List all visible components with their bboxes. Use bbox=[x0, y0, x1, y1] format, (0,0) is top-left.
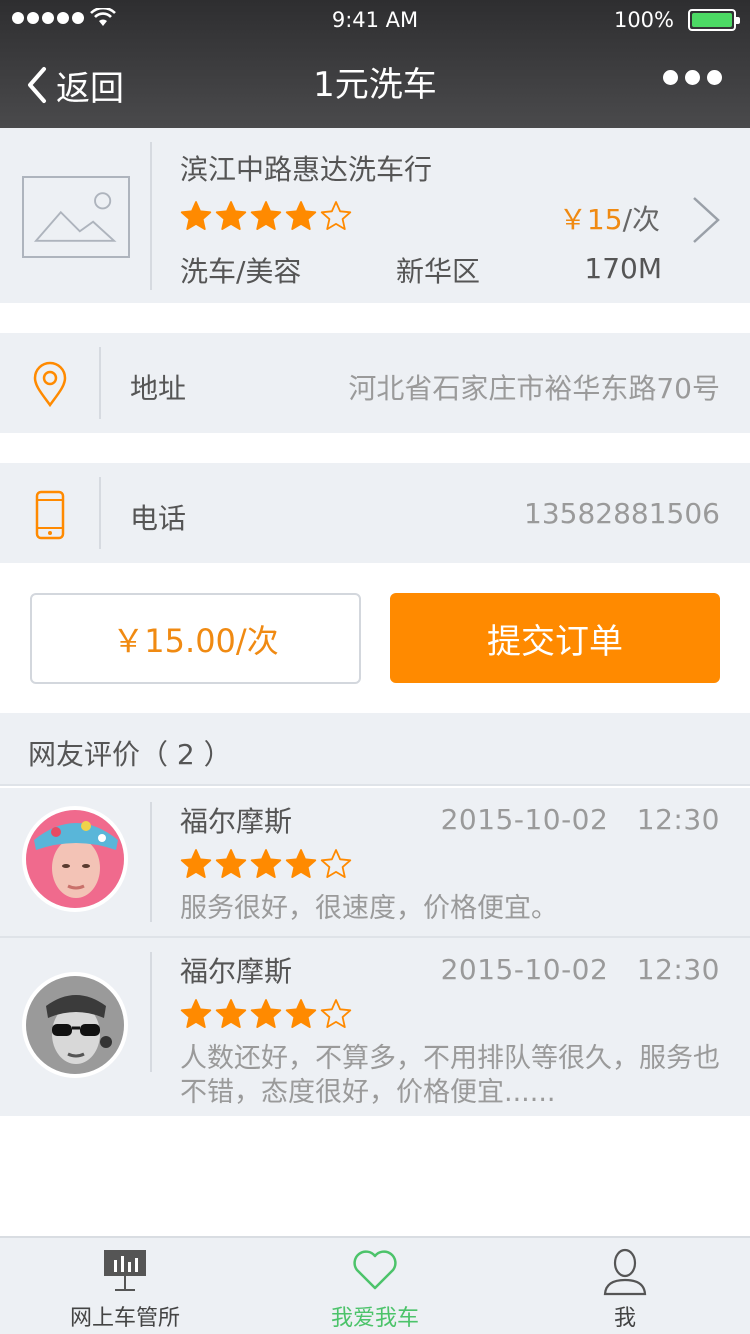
tab-label: 网上车管所 bbox=[69, 1306, 180, 1331]
more-dots-icon bbox=[663, 70, 678, 85]
avatar bbox=[22, 972, 128, 1078]
star-filled-icon bbox=[250, 849, 282, 878]
reviewer-name: 福尔摩斯 bbox=[180, 805, 293, 838]
image-placeholder-icon bbox=[22, 176, 130, 258]
divider bbox=[99, 477, 101, 549]
shop-rating bbox=[180, 200, 352, 232]
shop-price: ￥15/次 bbox=[559, 198, 660, 238]
shop-price-amount: ￥15 bbox=[558, 203, 623, 236]
star-filled-icon bbox=[285, 201, 317, 230]
star-outline-icon bbox=[320, 849, 352, 878]
location-pin-icon bbox=[33, 361, 67, 408]
chevron-left-icon bbox=[28, 67, 46, 103]
chevron-right-icon bbox=[693, 197, 720, 243]
star-filled-icon bbox=[215, 999, 247, 1028]
star-filled-icon bbox=[250, 999, 282, 1028]
review-item: 福尔摩斯 2015-10-02 12:30 人数还好，不算多，不用排队等很久，服… bbox=[0, 936, 750, 1116]
review-text: 人数还好，不算多，不用排队等很久，服务也不错，态度很好，价格便宜...... bbox=[180, 1043, 720, 1108]
header: 9:41 AM 100% 返回 1元洗车 bbox=[0, 0, 750, 128]
review-text: 服务很好，很速度，价格便宜。 bbox=[180, 893, 558, 924]
address-row[interactable]: 地址 河北省石家庄市裕华东路70号 bbox=[0, 333, 750, 433]
phone-icon bbox=[35, 490, 65, 540]
submit-order-button[interactable]: 提交订单 bbox=[390, 593, 720, 683]
star-filled-icon bbox=[180, 201, 212, 230]
phone-label: 电话 bbox=[130, 502, 187, 535]
review-rating bbox=[180, 848, 352, 880]
avatar bbox=[22, 806, 128, 912]
phone-value: 13582881506 bbox=[524, 497, 720, 530]
tab-me[interactable]: 我 bbox=[500, 1238, 750, 1334]
star-filled-icon bbox=[285, 849, 317, 878]
star-outline-icon bbox=[320, 999, 352, 1028]
shop-category: 洗车/美容 bbox=[180, 255, 302, 288]
divider bbox=[150, 142, 152, 290]
shop-distance: 170M bbox=[584, 252, 662, 285]
reviews-header: 网友评价（ 2 ） bbox=[0, 713, 750, 786]
tab-label: 我 bbox=[613, 1306, 636, 1331]
order-price: ￥15.00/次 bbox=[30, 593, 361, 684]
divider bbox=[99, 347, 101, 419]
divider bbox=[150, 952, 152, 1072]
more-button[interactable] bbox=[663, 70, 722, 85]
tab-love-my-car[interactable]: 我爱我车 bbox=[250, 1238, 500, 1334]
star-filled-icon bbox=[285, 999, 317, 1028]
reviewer-name: 福尔摩斯 bbox=[180, 955, 293, 988]
star-filled-icon bbox=[180, 999, 212, 1028]
star-filled-icon bbox=[215, 201, 247, 230]
shop-price-unit: /次 bbox=[622, 203, 660, 236]
address-label: 地址 bbox=[130, 372, 187, 405]
shop-name: 滨江中路惠达洗车行 bbox=[180, 153, 433, 186]
battery-percentage: 100% bbox=[613, 8, 674, 32]
avatar-image bbox=[26, 810, 124, 908]
shop-card[interactable]: 滨江中路惠达洗车行 ￥15/次 洗车/美容 新华区 170M bbox=[0, 128, 750, 303]
user-icon bbox=[603, 1248, 647, 1296]
star-outline-icon bbox=[320, 201, 352, 230]
star-filled-icon bbox=[250, 201, 282, 230]
divider bbox=[150, 802, 152, 922]
star-filled-icon bbox=[215, 849, 247, 878]
battery-icon bbox=[688, 9, 740, 31]
review-date: 2015-10-02 12:30 bbox=[440, 953, 720, 986]
star-filled-icon bbox=[180, 849, 212, 878]
address-value: 河北省石家庄市裕华东路70号 bbox=[348, 372, 720, 405]
status-bar: 9:41 AM 100% bbox=[0, 0, 750, 40]
review-item: 福尔摩斯 2015-10-02 12:30 服务很好，很速度，价格便宜。 bbox=[0, 788, 750, 938]
tab-bar: 网上车管所 我爱我车 我 bbox=[0, 1236, 750, 1334]
review-rating bbox=[180, 998, 352, 1030]
shop-district: 新华区 bbox=[396, 255, 481, 288]
back-button[interactable]: 返回 bbox=[26, 60, 124, 110]
presentation-board-icon bbox=[104, 1250, 146, 1291]
back-button-label: 返回 bbox=[56, 68, 124, 109]
review-date: 2015-10-02 12:30 bbox=[440, 803, 720, 836]
avatar-image bbox=[26, 976, 124, 1074]
reviews-title: 网友评价（ 2 ） bbox=[28, 738, 232, 771]
phone-row[interactable]: 电话 13582881506 bbox=[0, 463, 750, 563]
heart-icon bbox=[353, 1250, 397, 1290]
tab-label: 我爱我车 bbox=[330, 1306, 419, 1331]
tab-online-vehicle-office[interactable]: 网上车管所 bbox=[0, 1238, 250, 1334]
